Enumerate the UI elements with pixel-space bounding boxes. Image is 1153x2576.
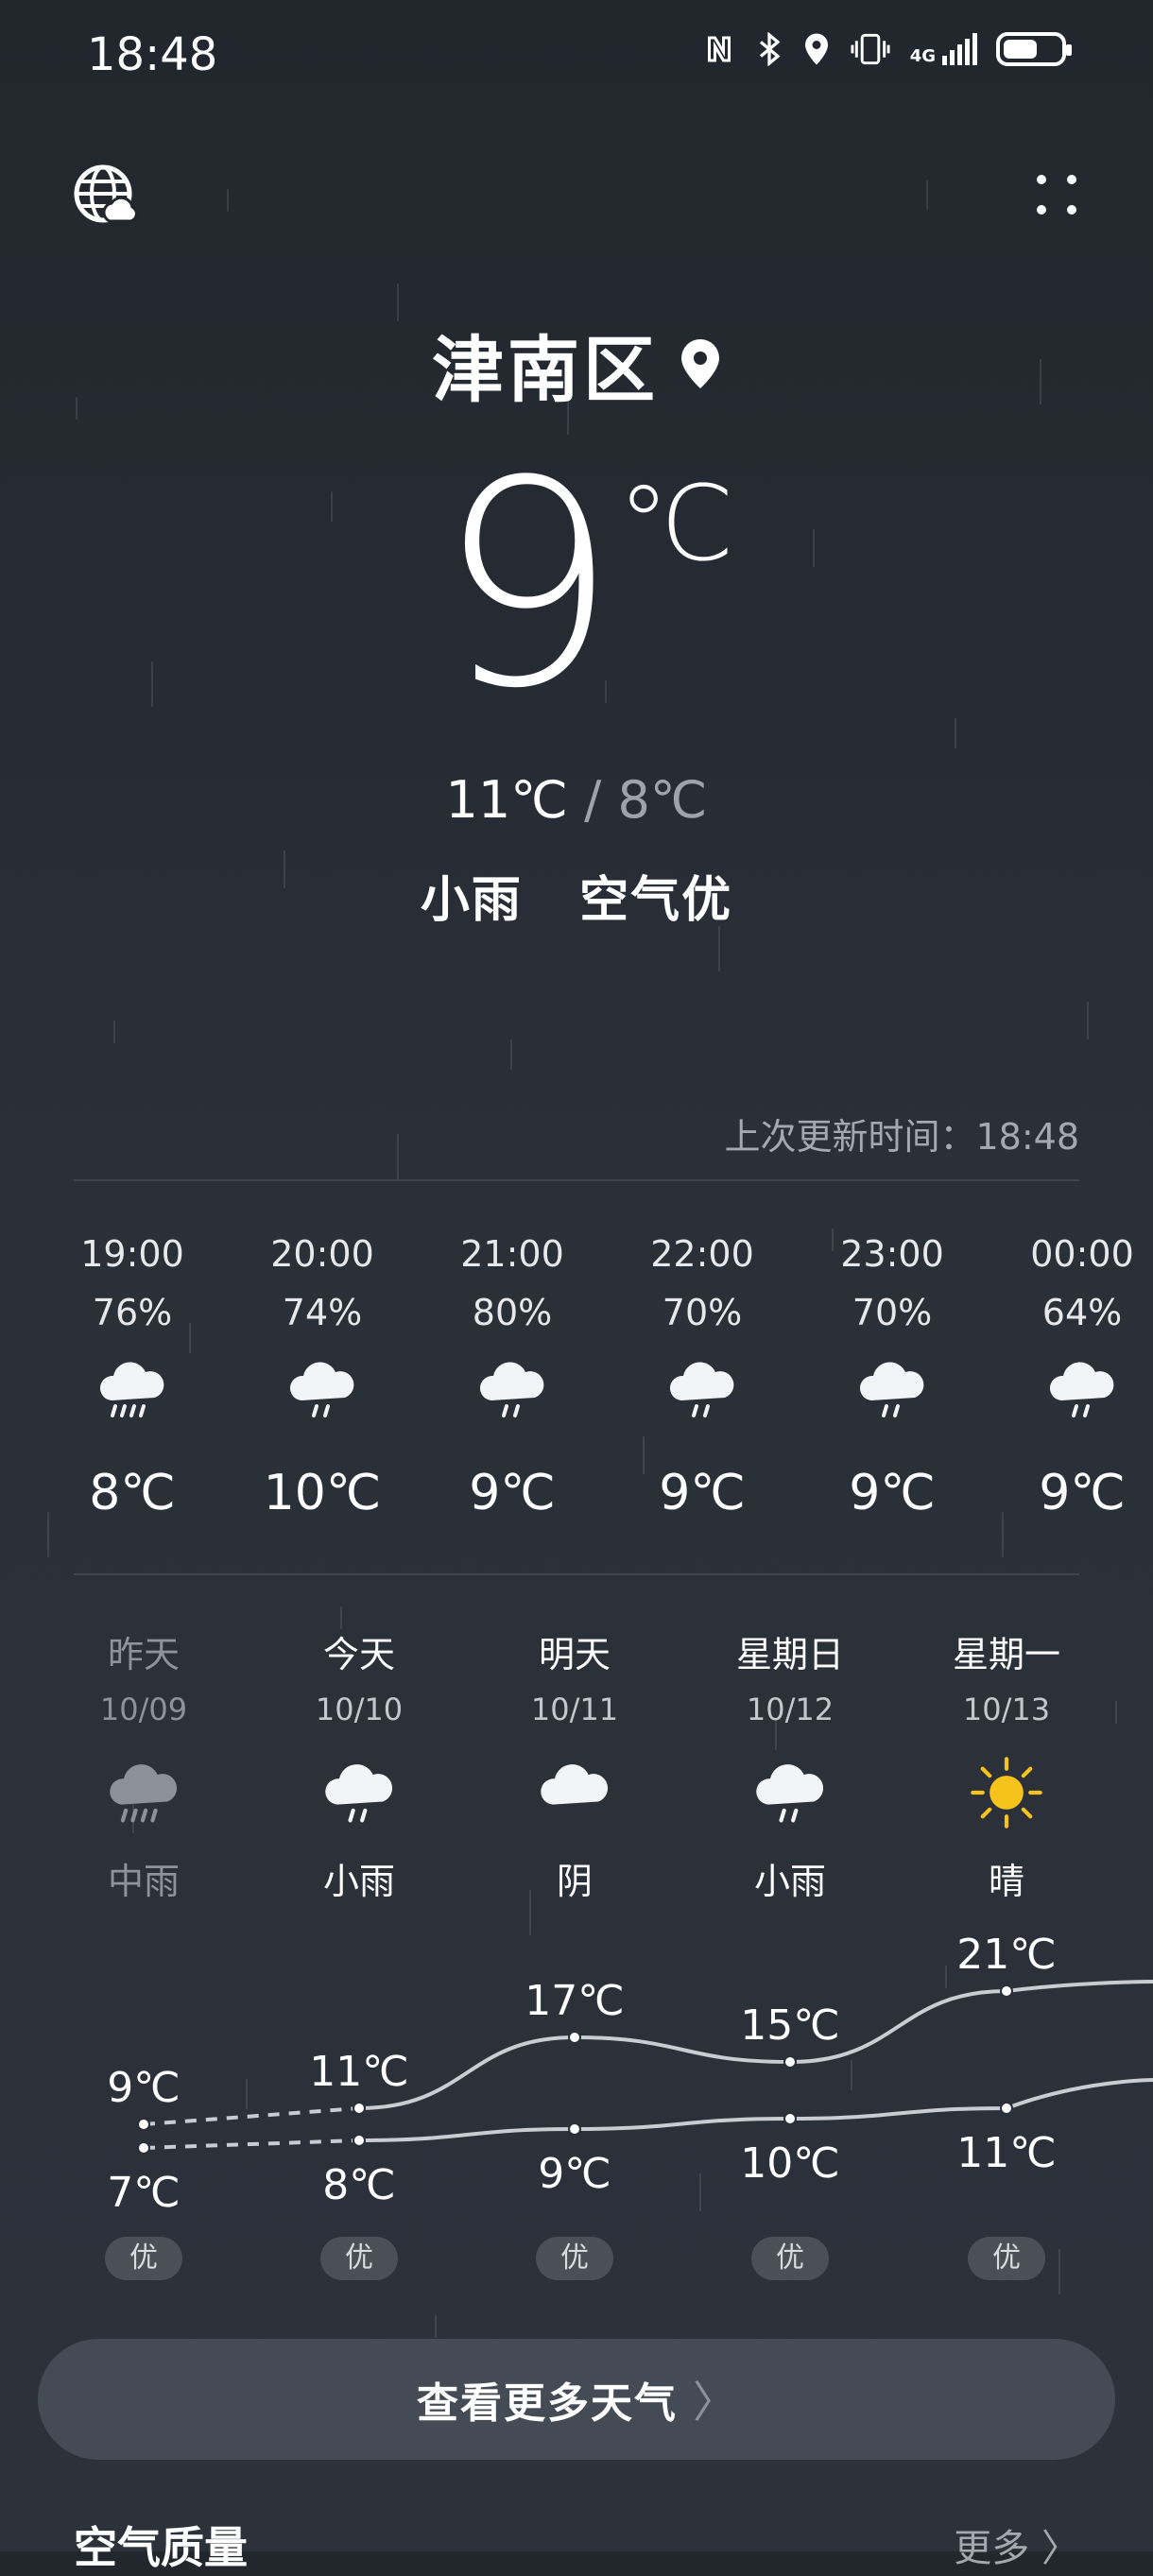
day-date: 10/10 xyxy=(315,1692,404,1727)
day-date: 10/13 xyxy=(962,1692,1051,1727)
hourly-temp: 9℃ xyxy=(659,1465,746,1521)
bluetooth-icon xyxy=(759,32,781,66)
aqi-badge: 优 xyxy=(320,2237,398,2280)
hourly-humidity: 80% xyxy=(472,1292,553,1333)
hourly-humidity: 70% xyxy=(852,1292,933,1333)
hourly-time: 22:00 xyxy=(650,1233,754,1275)
chevron-right-icon: 〉 xyxy=(693,2377,736,2428)
rain-drop xyxy=(435,2315,437,2338)
light-rain-cloud-icon xyxy=(664,1351,740,1427)
light-rain-cloud-icon xyxy=(854,1351,930,1427)
more-weather-button[interactable]: 查看更多天气 〉 xyxy=(38,2339,1115,2460)
location-header[interactable]: 津南区 xyxy=(0,312,1153,416)
hourly-time: 20:00 xyxy=(270,1233,374,1275)
rain-drop xyxy=(926,180,928,210)
battery-icon xyxy=(996,32,1072,66)
hourly-humidity: 74% xyxy=(282,1292,363,1333)
hourly-temp: 9℃ xyxy=(849,1465,936,1521)
light-rain-cloud-icon xyxy=(474,1351,550,1427)
light-rain-cloud-icon xyxy=(1044,1351,1120,1427)
status-bar-time: 18:48 xyxy=(87,28,218,81)
hourly-humidity: 70% xyxy=(662,1292,743,1333)
temp-low: 8℃ xyxy=(617,770,708,830)
air-quality-more-link[interactable]: 更多 〉 xyxy=(954,2517,1079,2572)
day-condition: 小雨 xyxy=(753,1861,826,1902)
day-condition: 阴 xyxy=(556,1861,593,1902)
aqi-badge: 优 xyxy=(536,2237,613,2280)
day-date: 10/12 xyxy=(746,1692,835,1727)
day-name: 星期日 xyxy=(735,1634,844,1675)
temperature-range: 11℃ / 8℃ xyxy=(0,770,1153,830)
location-icon xyxy=(804,33,828,65)
signal-4g-icon: 4G xyxy=(910,33,977,65)
cloudy-icon xyxy=(535,1753,614,1832)
globe-cloud-icon[interactable] xyxy=(72,163,138,229)
temperature-unit: ℃ xyxy=(617,463,735,584)
vibrate-icon xyxy=(851,33,890,65)
moderate-rain-cloud-icon xyxy=(104,1753,183,1832)
rain-drop xyxy=(510,1039,512,1070)
more-dots-icon[interactable] xyxy=(1030,168,1083,221)
day-condition: 小雨 xyxy=(322,1861,395,1902)
sun-icon xyxy=(967,1753,1046,1832)
day-condition: 晴 xyxy=(988,1861,1024,1902)
rain-drop xyxy=(113,1021,115,1043)
day-name: 昨天 xyxy=(107,1634,180,1675)
aqi-badge: 优 xyxy=(968,2237,1045,2280)
rain-drop xyxy=(47,1512,49,1557)
day-condition: 中雨 xyxy=(107,1861,180,1902)
rain-drop xyxy=(1115,1701,1117,1724)
hourly-temp: 10℃ xyxy=(263,1465,382,1521)
air-quality-text: 空气优 xyxy=(579,872,733,929)
day-name: 星期一 xyxy=(952,1634,1060,1675)
last-updated: 上次更新时间：18:48 xyxy=(724,1116,1079,1158)
hourly-temp: 9℃ xyxy=(1039,1465,1126,1521)
rain-drop xyxy=(397,1134,399,1179)
light-rain-cloud-icon xyxy=(319,1753,399,1832)
hourly-time: 19:00 xyxy=(80,1233,184,1275)
nfc-icon xyxy=(707,36,731,62)
city-name: 津南区 xyxy=(432,328,659,412)
aqi-badges: 优优优优优 xyxy=(0,1909,1153,2315)
aqi-badge: 优 xyxy=(751,2237,829,2280)
network-label: 4G xyxy=(909,46,936,66)
hourly-humidity: 76% xyxy=(92,1292,173,1333)
rain-drop xyxy=(1087,1002,1089,1039)
current-temperature: 9℃ xyxy=(0,444,1153,728)
air-quality-title: 空气质量 xyxy=(74,2522,248,2573)
condition-text: 小雨 xyxy=(420,872,523,929)
heavy-rain-cloud-icon xyxy=(95,1351,170,1427)
divider xyxy=(74,1573,1079,1575)
hourly-temp: 8℃ xyxy=(89,1465,176,1521)
hourly-time: 21:00 xyxy=(460,1233,564,1275)
hourly-time: 00:00 xyxy=(1030,1233,1134,1275)
location-pin-icon xyxy=(681,339,719,388)
hourly-humidity: 64% xyxy=(1041,1292,1123,1333)
light-rain-cloud-icon xyxy=(284,1351,360,1427)
rain-drop xyxy=(227,189,229,212)
more-weather-label: 查看更多天气 xyxy=(417,2379,678,2428)
temperature-value: 9 xyxy=(437,421,618,750)
hourly-forecast[interactable]: 19:00 76% 8℃ 20:00 74% 10℃ 21:00 80% 9℃ 22:00 70% 9… xyxy=(76,1233,1153,1536)
day-date: 10/11 xyxy=(530,1692,619,1727)
day-name: 明天 xyxy=(538,1634,611,1675)
status-bar-icons: 4G xyxy=(702,32,1072,66)
hourly-temp: 9℃ xyxy=(469,1465,556,1521)
divider xyxy=(74,1179,1079,1181)
hourly-time: 23:00 xyxy=(840,1233,944,1275)
temp-high: 11℃ xyxy=(445,770,568,830)
day-name: 今天 xyxy=(322,1634,395,1675)
range-separator: / xyxy=(584,770,602,830)
day-date: 10/09 xyxy=(99,1692,188,1727)
rain-drop xyxy=(718,926,720,971)
current-condition: 小雨 空气优 xyxy=(0,860,1153,931)
air-quality-more-label: 更多 xyxy=(954,2527,1030,2570)
aqi-badge: 优 xyxy=(105,2237,182,2280)
light-rain-cloud-icon xyxy=(750,1753,830,1832)
